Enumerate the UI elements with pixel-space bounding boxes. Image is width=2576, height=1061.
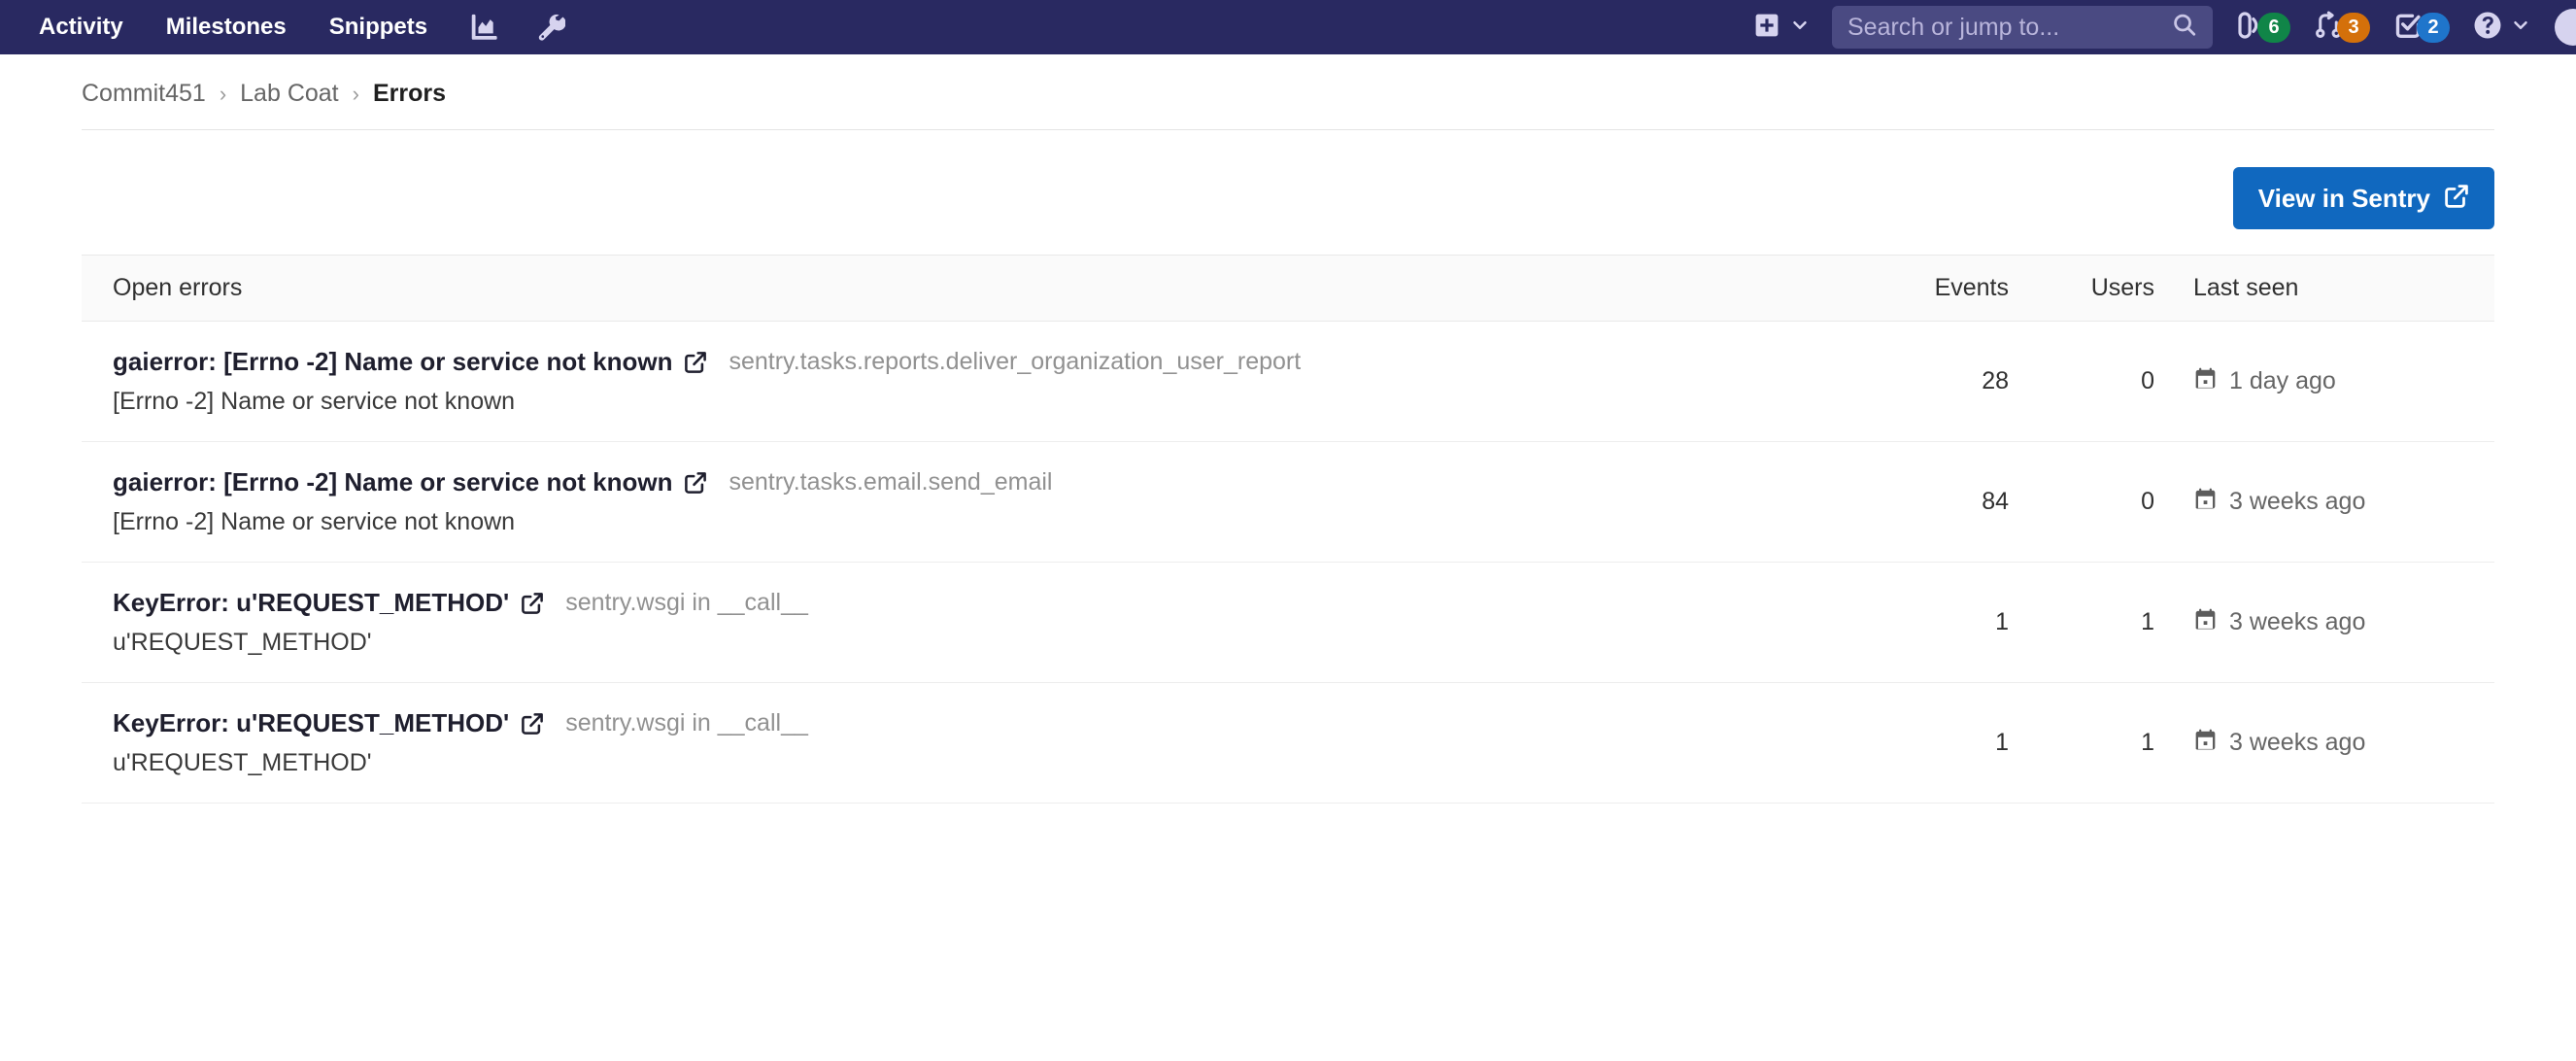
error-events-count: 28 — [1982, 367, 2009, 394]
error-last-seen-label: 1 day ago — [2229, 367, 2336, 394]
error-culprit: sentry.wsgi in __call__ — [565, 709, 808, 736]
error-users-count: 0 — [2141, 488, 2154, 515]
error-cell: KeyError: u'REQUEST_METHOD' sentry.wsgi … — [113, 708, 1814, 777]
chevron-down-icon — [2510, 15, 2531, 41]
column-header-last-seen: Last seen — [2193, 274, 2299, 301]
breadcrumb-separator-icon: › — [352, 81, 359, 106]
error-last-seen: 3 weeks ago — [2154, 728, 2494, 759]
table-row[interactable]: gaierror: [Errno -2] Name or service not… — [82, 442, 2494, 563]
search-box[interactable] — [1832, 6, 2213, 49]
avatar[interactable] — [2555, 9, 2576, 46]
error-culprit: sentry.tasks.reports.deliver_organizatio… — [729, 348, 1302, 375]
nav-link-snippets[interactable]: Snippets — [308, 0, 449, 54]
column-header-open-errors: Open errors — [113, 274, 243, 301]
error-users-count: 1 — [2141, 608, 2154, 635]
view-in-sentry-label: View in Sentry — [2257, 184, 2430, 213]
analytics-icon — [468, 13, 497, 42]
error-title[interactable]: KeyError: u'REQUEST_METHOD' — [113, 708, 509, 738]
wrench-icon — [536, 13, 566, 42]
calendar-icon — [2193, 728, 2218, 759]
error-title-line: KeyError: u'REQUEST_METHOD' sentry.wsgi … — [113, 588, 1814, 618]
breadcrumb-separator-icon: › — [219, 81, 227, 106]
error-events-count: 1 — [1995, 608, 2009, 635]
create-new-button[interactable] — [1736, 0, 1824, 54]
error-culprit: sentry.wsgi in __call__ — [565, 589, 808, 616]
error-cell: KeyError: u'REQUEST_METHOD' sentry.wsgi … — [113, 588, 1814, 657]
error-title-line: gaierror: [Errno -2] Name or service not… — [113, 467, 1814, 497]
error-last-seen-label: 3 weeks ago — [2229, 729, 2366, 756]
nav-link-milestones[interactable]: Milestones — [145, 0, 308, 54]
plus-square-icon — [1753, 12, 1780, 44]
error-last-seen: 3 weeks ago — [2154, 487, 2494, 518]
chevron-down-icon — [1789, 15, 1811, 41]
error-cell: gaierror: [Errno -2] Name or service not… — [113, 347, 1814, 416]
external-link-icon[interactable] — [521, 712, 544, 736]
navbar-left-group: Activity Milestones Snippets — [17, 0, 585, 54]
merge-requests-counter[interactable]: 3 — [2302, 0, 2382, 54]
search-input[interactable] — [1832, 6, 2213, 49]
error-subtitle: u'REQUEST_METHOD' — [113, 629, 372, 656]
table-header-row: Open errors Events Users Last seen — [82, 256, 2494, 322]
external-link-icon[interactable] — [684, 351, 707, 374]
top-navbar: Activity Milestones Snippets Search or j… — [0, 0, 2576, 54]
error-users-count: 0 — [2141, 367, 2154, 394]
breadcrumb-item-group[interactable]: Commit451 — [82, 80, 206, 108]
error-subtitle: u'REQUEST_METHOD' — [113, 749, 372, 776]
todos-counter[interactable]: 2 — [2382, 0, 2461, 54]
calendar-icon — [2193, 366, 2218, 397]
error-subtitle: [Errno -2] Name or service not known — [113, 388, 516, 415]
error-last-seen-label: 3 weeks ago — [2229, 488, 2366, 515]
error-last-seen: 1 day ago — [2154, 366, 2494, 397]
error-events-count: 84 — [1982, 488, 2009, 515]
table-row[interactable]: gaierror: [Errno -2] Name or service not… — [82, 322, 2494, 442]
table-row[interactable]: KeyError: u'REQUEST_METHOD' sentry.wsgi … — [82, 683, 2494, 804]
breadcrumb-item-errors: Errors — [372, 80, 446, 107]
error-title-line: KeyError: u'REQUEST_METHOD' sentry.wsgi … — [113, 708, 1814, 738]
admin-button[interactable] — [517, 0, 585, 54]
issues-counter[interactable]: 6 — [2222, 0, 2302, 54]
error-last-seen-label: 3 weeks ago — [2229, 608, 2366, 635]
analytics-button[interactable] — [449, 0, 517, 54]
table-row[interactable]: KeyError: u'REQUEST_METHOD' sentry.wsgi … — [82, 563, 2494, 683]
navbar-right-group: 6 3 2 — [1736, 0, 2576, 54]
calendar-icon — [2193, 607, 2218, 638]
error-culprit: sentry.tasks.email.send_email — [729, 468, 1053, 496]
external-link-icon[interactable] — [521, 592, 544, 615]
help-icon — [2473, 11, 2502, 45]
error-users-count: 1 — [2141, 729, 2154, 756]
breadcrumb-item-project[interactable]: Lab Coat — [240, 80, 338, 108]
errors-table: Open errors Events Users Last seen gaier… — [82, 255, 2494, 804]
help-button[interactable] — [2461, 0, 2543, 54]
error-last-seen: 3 weeks ago — [2154, 607, 2494, 638]
todos-count-badge: 2 — [2417, 12, 2450, 43]
column-header-users: Users — [2090, 274, 2154, 301]
error-cell: gaierror: [Errno -2] Name or service not… — [113, 467, 1814, 536]
merge-requests-count-badge: 3 — [2337, 12, 2370, 43]
error-subtitle: [Errno -2] Name or service not known — [113, 508, 516, 535]
error-title[interactable]: gaierror: [Errno -2] Name or service not… — [113, 467, 672, 497]
breadcrumb: Commit451 › Lab Coat › Errors — [82, 54, 2494, 108]
error-title[interactable]: KeyError: u'REQUEST_METHOD' — [113, 588, 509, 618]
action-bar: View in Sentry — [82, 130, 2494, 255]
external-link-icon — [2444, 184, 2469, 213]
error-events-count: 1 — [1995, 729, 2009, 756]
error-title-line: gaierror: [Errno -2] Name or service not… — [113, 347, 1814, 377]
external-link-icon[interactable] — [684, 471, 707, 495]
nav-link-activity[interactable]: Activity — [17, 0, 145, 54]
error-title[interactable]: gaierror: [Errno -2] Name or service not… — [113, 347, 672, 377]
calendar-icon — [2193, 487, 2218, 518]
column-header-events: Events — [1934, 274, 2009, 301]
issues-count-badge: 6 — [2257, 12, 2290, 43]
view-in-sentry-button[interactable]: View in Sentry — [2232, 167, 2494, 229]
